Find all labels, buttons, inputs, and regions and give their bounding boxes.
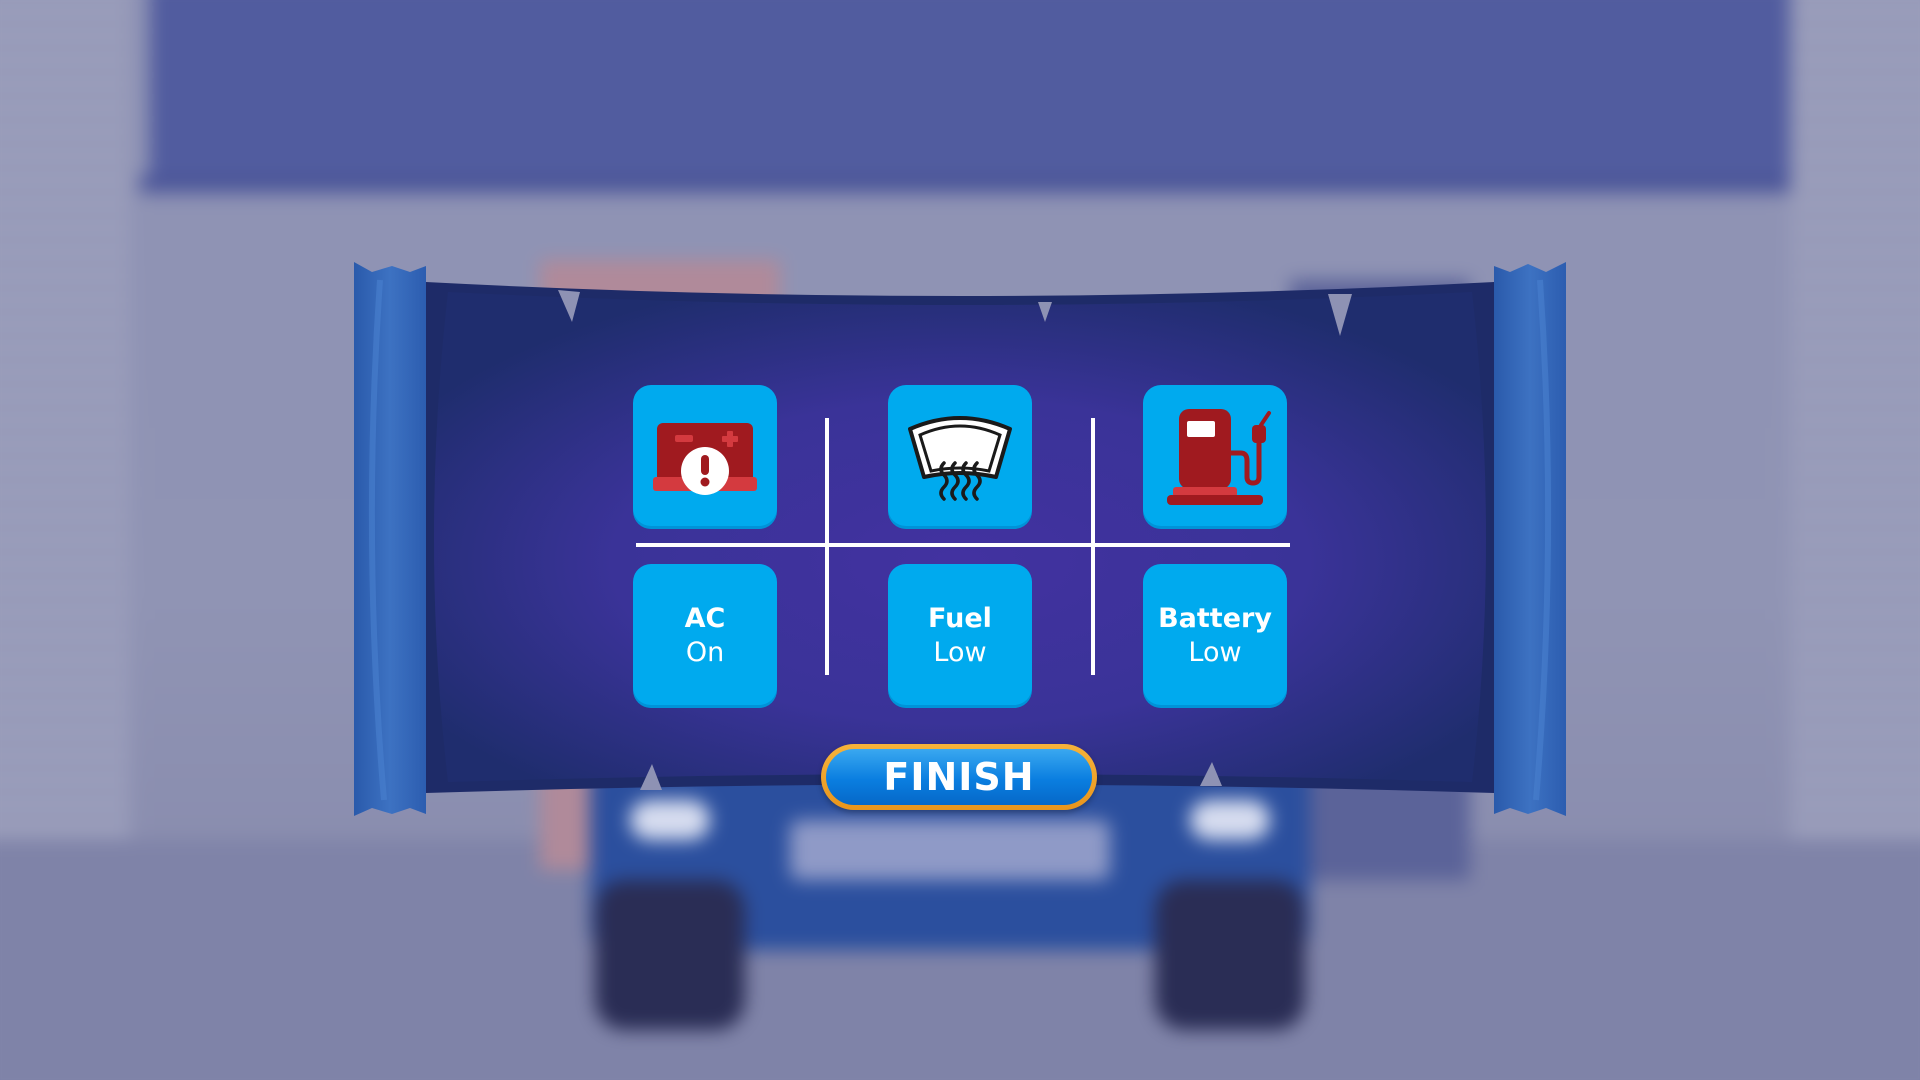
finish-button-label: FINISH [826,749,1092,805]
windshield-defrost-icon [908,416,1012,501]
finish-button[interactable]: FINISH [821,744,1097,810]
grid-line-vertical-left [825,418,829,675]
grid-line-horizontal [636,543,1290,547]
label-title: Fuel [928,603,992,634]
label-title: Battery [1158,603,1272,634]
label-title: AC [684,603,726,634]
label-state: Low [933,637,987,668]
banner-panel [354,262,1566,816]
grid-line-vertical-right [1091,418,1095,675]
icon-tile-battery[interactable] [633,385,777,529]
battery-warning-icon [653,423,757,495]
label-state: On [685,637,725,668]
icon-tile-windshield[interactable] [888,385,1032,529]
game-stage: AC On Fuel Low Battery Low FINISH [0,0,1920,1080]
label-tile-ac[interactable]: AC On [633,564,777,708]
label-state: Low [1188,637,1242,668]
icon-tile-fuel[interactable] [1143,385,1287,529]
fuel-pump-icon [1167,409,1271,505]
label-tile-fuel[interactable]: Fuel Low [888,564,1032,708]
label-tile-battery[interactable]: Battery Low [1143,564,1287,708]
